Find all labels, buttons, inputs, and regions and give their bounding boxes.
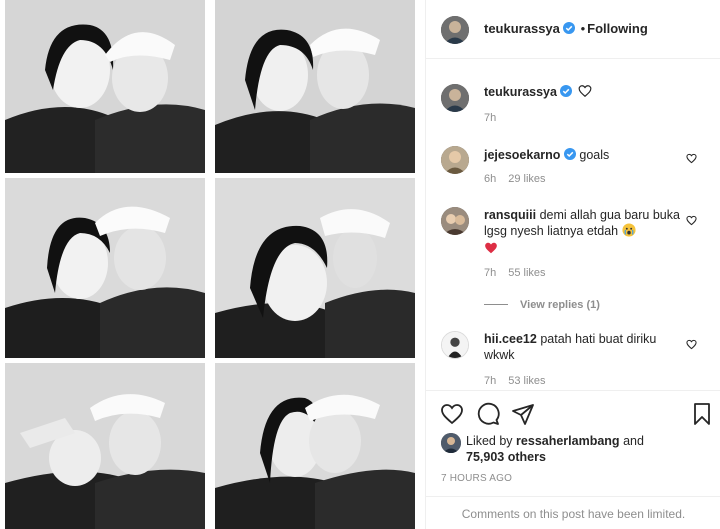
photo-frame-6 [215, 363, 415, 529]
photo-frame-4 [215, 0, 415, 173]
commenter-avatar[interactable] [441, 331, 469, 359]
comment-username[interactable]: ransquiii [484, 208, 536, 222]
photo-frame-5 [215, 178, 415, 358]
verified-badge-icon [563, 22, 576, 34]
comment-username[interactable]: hii.cee12 [484, 332, 537, 346]
author-username[interactable]: teukurassya [484, 21, 560, 36]
caption-username[interactable]: teukurassya [484, 85, 557, 99]
bookmark-icon[interactable] [690, 402, 714, 426]
heart-icon[interactable] [440, 402, 464, 426]
comment-likes[interactable]: 29 likes [508, 173, 545, 185]
post-actions-section: Liked by ressaherlambang and 75,903 othe… [426, 390, 720, 529]
post-photo[interactable] [0, 0, 425, 529]
view-replies-text[interactable]: View replies (1) [520, 299, 600, 311]
red-heart-emoji [485, 242, 497, 254]
caption-time: 7h [484, 112, 497, 124]
heart-outline-icon[interactable] [578, 84, 592, 98]
post-side-panel: teukurassya • Following teukurassya 7h j… [425, 0, 720, 529]
author-avatar[interactable] [441, 16, 469, 44]
likes-summary: Liked by ressaherlambang and 75,903 othe… [466, 433, 644, 465]
comments-list: teukurassya 7h jejesoekarno goals 6h 29 l… [426, 59, 720, 390]
likes-connector: and [623, 434, 644, 448]
comment-text: goals [579, 148, 610, 162]
comment-bubble-icon[interactable] [476, 402, 500, 426]
liker-username[interactable]: ressaherlambang [516, 434, 620, 448]
commenter-avatar[interactable] [441, 207, 469, 235]
comment-time: 6h [484, 173, 497, 185]
commenter-avatar[interactable] [441, 146, 469, 174]
paper-plane-icon[interactable] [511, 402, 535, 426]
comment-likes[interactable]: 55 likes [508, 267, 545, 279]
likes-others[interactable]: 75,903 others [466, 450, 546, 464]
view-replies-link[interactable]: View replies (1) [484, 297, 600, 311]
dot-separator: • [580, 21, 586, 36]
author-avatar-small[interactable] [441, 84, 469, 112]
comment-like-heart-icon[interactable] [686, 215, 697, 226]
post-header: teukurassya • Following [426, 0, 720, 59]
comments-limited-notice: Comments on this post have been limited. [426, 496, 720, 529]
verified-badge-icon [563, 148, 576, 160]
crying-face-emoji [622, 223, 636, 237]
comment-time: 7h [484, 267, 497, 279]
post-timestamp[interactable]: 7 HOURS AGO [441, 473, 512, 484]
follow-status-button[interactable]: Following [587, 21, 648, 36]
comment-like-heart-icon[interactable] [686, 153, 697, 164]
liker-avatar[interactable] [441, 433, 461, 453]
photo-frame-1 [5, 0, 205, 173]
comment-time: 7h [484, 375, 497, 387]
photo-frame-3 [5, 363, 205, 529]
likes-prefix: Liked by [466, 434, 513, 448]
comment-like-heart-icon[interactable] [686, 339, 697, 350]
replies-line [484, 304, 508, 306]
photo-frame-2 [5, 178, 205, 358]
comment-username[interactable]: jejesoekarno [484, 148, 560, 162]
verified-badge-icon [560, 85, 573, 97]
comment-likes[interactable]: 53 likes [508, 375, 545, 387]
